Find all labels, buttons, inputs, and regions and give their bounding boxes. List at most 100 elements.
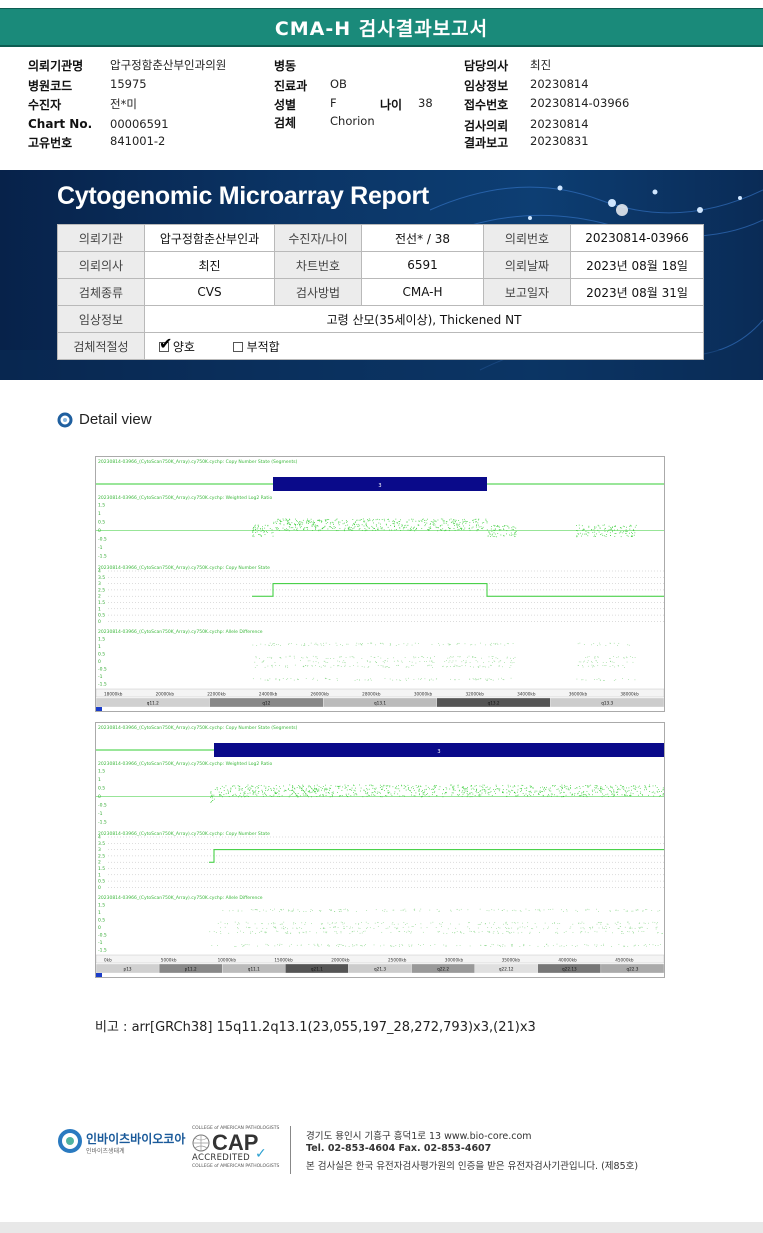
x-tick-label: 36000kb (569, 692, 588, 697)
log2-point (284, 529, 286, 531)
log2-point (528, 793, 530, 795)
log2-point (388, 529, 390, 531)
log2-point (432, 523, 434, 525)
log2-point (495, 784, 497, 786)
allele-point (591, 664, 593, 666)
band-label: q12 (262, 701, 270, 706)
band-label: q13.2 (488, 701, 500, 706)
log2-point (298, 522, 299, 524)
allele-point (529, 931, 531, 933)
log2-point (292, 527, 294, 529)
checkbox-bad[interactable] (232, 341, 243, 352)
log2-point (625, 790, 627, 792)
log2-point (458, 528, 460, 530)
allele-point (374, 656, 376, 658)
log2-point (413, 527, 415, 529)
log2-point (279, 796, 280, 797)
tick-label: 3 (98, 581, 101, 587)
cell-value: CVS (144, 278, 275, 306)
log2-point (440, 529, 442, 531)
allele-point (426, 661, 427, 662)
allele-point (353, 657, 355, 659)
allele-point (334, 911, 336, 912)
allele-point (454, 679, 456, 681)
allele-point (303, 665, 305, 667)
log2-point (508, 527, 510, 529)
allele-point (495, 643, 496, 645)
allele-point (358, 923, 359, 925)
log2-point (475, 526, 477, 528)
log2-point (249, 786, 251, 788)
log2-point (288, 530, 290, 532)
log2-point (462, 786, 464, 787)
log2-point (297, 793, 299, 794)
allele-point (352, 656, 354, 658)
log2-point (632, 785, 634, 787)
log2-point (452, 792, 454, 794)
allele-point (297, 909, 299, 911)
log2-point (451, 794, 453, 796)
log2-point (328, 519, 330, 520)
log2-point (316, 784, 318, 786)
allele-point (401, 661, 403, 663)
log2-point (623, 789, 625, 790)
log2-point (434, 524, 436, 526)
log2-point (610, 786, 612, 788)
log2-point (453, 785, 455, 787)
log2-point (269, 528, 271, 529)
allele-point (323, 645, 325, 646)
allele-point (335, 642, 337, 644)
allele-point (400, 680, 402, 681)
allele-point (352, 931, 354, 932)
log2-point (415, 528, 417, 530)
allele-point (455, 660, 457, 662)
log2-point (480, 790, 482, 792)
log2-point (451, 784, 453, 786)
log2-point (583, 528, 585, 530)
log2-point (323, 527, 324, 528)
allele-point (617, 665, 619, 666)
log2-point (463, 518, 465, 520)
log2-point (617, 788, 619, 790)
allele-point (248, 927, 250, 929)
allele-point (264, 666, 266, 668)
log2-point (415, 785, 417, 786)
allele-point (256, 927, 258, 929)
log2-point (283, 524, 285, 526)
log2-point (275, 521, 277, 523)
log2-point (267, 789, 269, 791)
copy-number-line (252, 583, 664, 597)
log2-point (337, 530, 339, 532)
log2-point (310, 791, 312, 793)
log2-point (442, 796, 444, 798)
log2-point (351, 789, 353, 791)
allele-point (429, 909, 431, 911)
log2-point (649, 791, 651, 792)
log2-point (211, 797, 213, 799)
band-label: q11.2 (147, 701, 159, 706)
log2-point (302, 519, 304, 521)
allele-point (621, 931, 623, 932)
log2-point (582, 528, 584, 530)
allele-point (254, 909, 256, 911)
log2-point (418, 786, 420, 788)
allele-point (327, 944, 329, 946)
allele-point (639, 927, 641, 929)
log2-point (212, 799, 214, 801)
allele-point (431, 660, 433, 662)
log2-point (645, 787, 647, 789)
checkbox-good[interactable]: ✔ (159, 334, 172, 353)
allele-point (241, 944, 243, 945)
suitability-options: ✔ 양호 부적합 (144, 332, 704, 360)
allele-point (408, 946, 410, 947)
cell-header: 보고일자 (483, 278, 571, 306)
allele-point (389, 643, 391, 644)
log2-point (447, 524, 449, 526)
allele-point (415, 662, 417, 664)
log2-point (296, 520, 298, 522)
log2-point (404, 525, 405, 527)
allele-point (591, 662, 593, 663)
allele-point (609, 911, 611, 912)
allele-point (358, 643, 360, 645)
log2-point (314, 785, 315, 787)
